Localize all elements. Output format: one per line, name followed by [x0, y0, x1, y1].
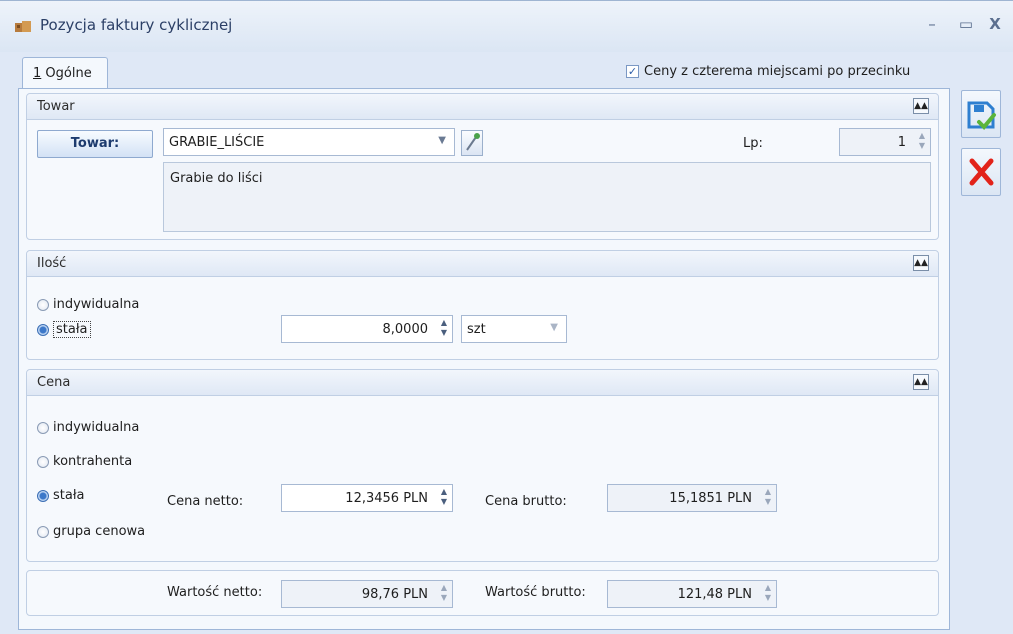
radio-selected-icon — [37, 489, 49, 502]
lp-label: Lp: — [743, 136, 763, 151]
spinner-icon: ▲ ▼ — [764, 487, 771, 506]
collapse-ilosc-button[interactable]: ▲▲ — [913, 255, 929, 271]
radio-icon — [37, 421, 49, 434]
towar-code: GRABIE_LIŚCIE — [169, 135, 265, 150]
spinner-icon: ▲ ▼ — [764, 583, 771, 602]
cena-netto-field[interactable]: 12,3456 PLN ▲ ▼ — [281, 484, 453, 512]
cena-brutto-value: 15,1851 PLN — [669, 491, 752, 506]
ilosc-group: Ilość ▲▲ indywidualna stała 8,0000 ▲ ▼ sz… — [26, 250, 939, 360]
radio-label: stała — [53, 321, 91, 338]
price-decimals-checkbox[interactable]: ✓ Ceny z czterema miejscami po przecinku — [626, 64, 910, 79]
radio-label: indywidualna — [53, 420, 140, 435]
radio-icon — [37, 298, 49, 311]
quantity-value: 8,0000 — [382, 322, 429, 337]
tab-number: 1 — [33, 66, 42, 81]
radio-icon — [37, 525, 49, 538]
cancel-button[interactable] — [961, 148, 1001, 196]
cena-radio-stala[interactable]: stała — [37, 488, 85, 503]
tab-label: Ogólne — [45, 66, 92, 81]
radio-label: kontrahenta — [53, 454, 133, 469]
cena-netto-label: Cena netto: — [167, 494, 244, 509]
picker-button[interactable] — [461, 130, 483, 156]
chevron-down-icon: ▼ — [438, 135, 446, 146]
window-title: Pozycja faktury cyklicznej — [40, 16, 233, 34]
lp-value: 1 — [897, 135, 906, 150]
save-icon — [967, 101, 996, 130]
save-button[interactable] — [961, 90, 1001, 138]
app-icon — [15, 21, 31, 32]
wartosc-brutto-field[interactable]: 121,48 PLN ▲ ▼ — [607, 580, 777, 608]
towar-button[interactable]: Towar: — [37, 130, 153, 158]
wartosc-brutto-label: Wartość brutto: — [485, 585, 586, 600]
radio-icon — [37, 455, 49, 468]
pipette-icon — [466, 133, 480, 151]
cena-netto-value: 12,3456 PLN — [345, 491, 428, 506]
price-decimals-label: Ceny z czterema miejscami po przecinku — [644, 64, 911, 79]
cena-radio-grupa-cenowa[interactable]: grupa cenowa — [37, 524, 145, 539]
radio-label: grupa cenowa — [53, 524, 146, 539]
radio-label: stała — [53, 488, 85, 503]
unit-select[interactable]: szt ▼ — [461, 315, 567, 343]
cena-brutto-label: Cena brutto: — [485, 494, 567, 509]
chevron-down-icon: ▼ — [550, 322, 558, 333]
cena-group: Cena ▲▲ indywidualna kontrahenta stała g… — [26, 369, 939, 562]
ilosc-radio-stala[interactable]: stała — [37, 321, 91, 338]
title-bar: Pozycja faktury cyklicznej – ▭ X — [0, 0, 1013, 52]
radio-label: indywidualna — [53, 297, 140, 312]
towar-combo[interactable]: GRABIE_LIŚCIE ▼ — [163, 128, 455, 156]
collapse-cena-button[interactable]: ▲▲ — [913, 374, 929, 390]
spinner-icon: ▲ ▼ — [918, 131, 925, 150]
close-button[interactable]: X — [985, 15, 1005, 33]
wartosc-group: Wartość netto: 98,76 PLN ▲ ▼ Wartość brut… — [26, 570, 939, 616]
towar-group-title: Towar — [37, 99, 75, 114]
quantity-stepper[interactable]: 8,0000 ▲ ▼ — [281, 315, 453, 343]
tab-ogolne[interactable]: 1 Ogólne — [22, 57, 108, 89]
spinner-icon: ▲ ▼ — [440, 318, 447, 337]
spinner-icon: ▲ ▼ — [440, 583, 447, 602]
wartosc-netto-field[interactable]: 98,76 PLN ▲ ▼ — [281, 580, 453, 608]
towar-group: Towar ▲▲ Towar: GRABIE_LIŚCIE ▼ Lp: 1 ▲ ▼… — [26, 93, 939, 240]
collapse-towar-button[interactable]: ▲▲ — [913, 98, 929, 114]
wartosc-netto-label: Wartość netto: — [167, 585, 263, 600]
wartosc-netto-value: 98,76 PLN — [361, 587, 428, 602]
spinner-icon: ▲ ▼ — [440, 487, 447, 506]
ilosc-radio-indywidualna[interactable]: indywidualna — [37, 297, 139, 312]
wartosc-brutto-value: 121,48 PLN — [677, 587, 752, 602]
cena-brutto-field[interactable]: 15,1851 PLN ▲ ▼ — [607, 484, 777, 512]
lp-field[interactable]: 1 ▲ ▼ — [839, 128, 931, 156]
maximize-button[interactable]: ▭ — [956, 15, 976, 33]
checkmark-icon: ✓ — [626, 65, 639, 78]
minimize-button[interactable]: – — [922, 15, 942, 33]
unit-value: szt — [467, 322, 486, 337]
cena-radio-kontrahenta[interactable]: kontrahenta — [37, 454, 132, 469]
towar-description[interactable]: Grabie do liści — [163, 162, 931, 232]
cena-radio-indywidualna[interactable]: indywidualna — [37, 420, 139, 435]
cena-group-title: Cena — [37, 375, 71, 390]
cancel-icon — [969, 158, 994, 186]
radio-selected-icon — [37, 323, 49, 336]
ilosc-group-title: Ilość — [37, 256, 67, 271]
